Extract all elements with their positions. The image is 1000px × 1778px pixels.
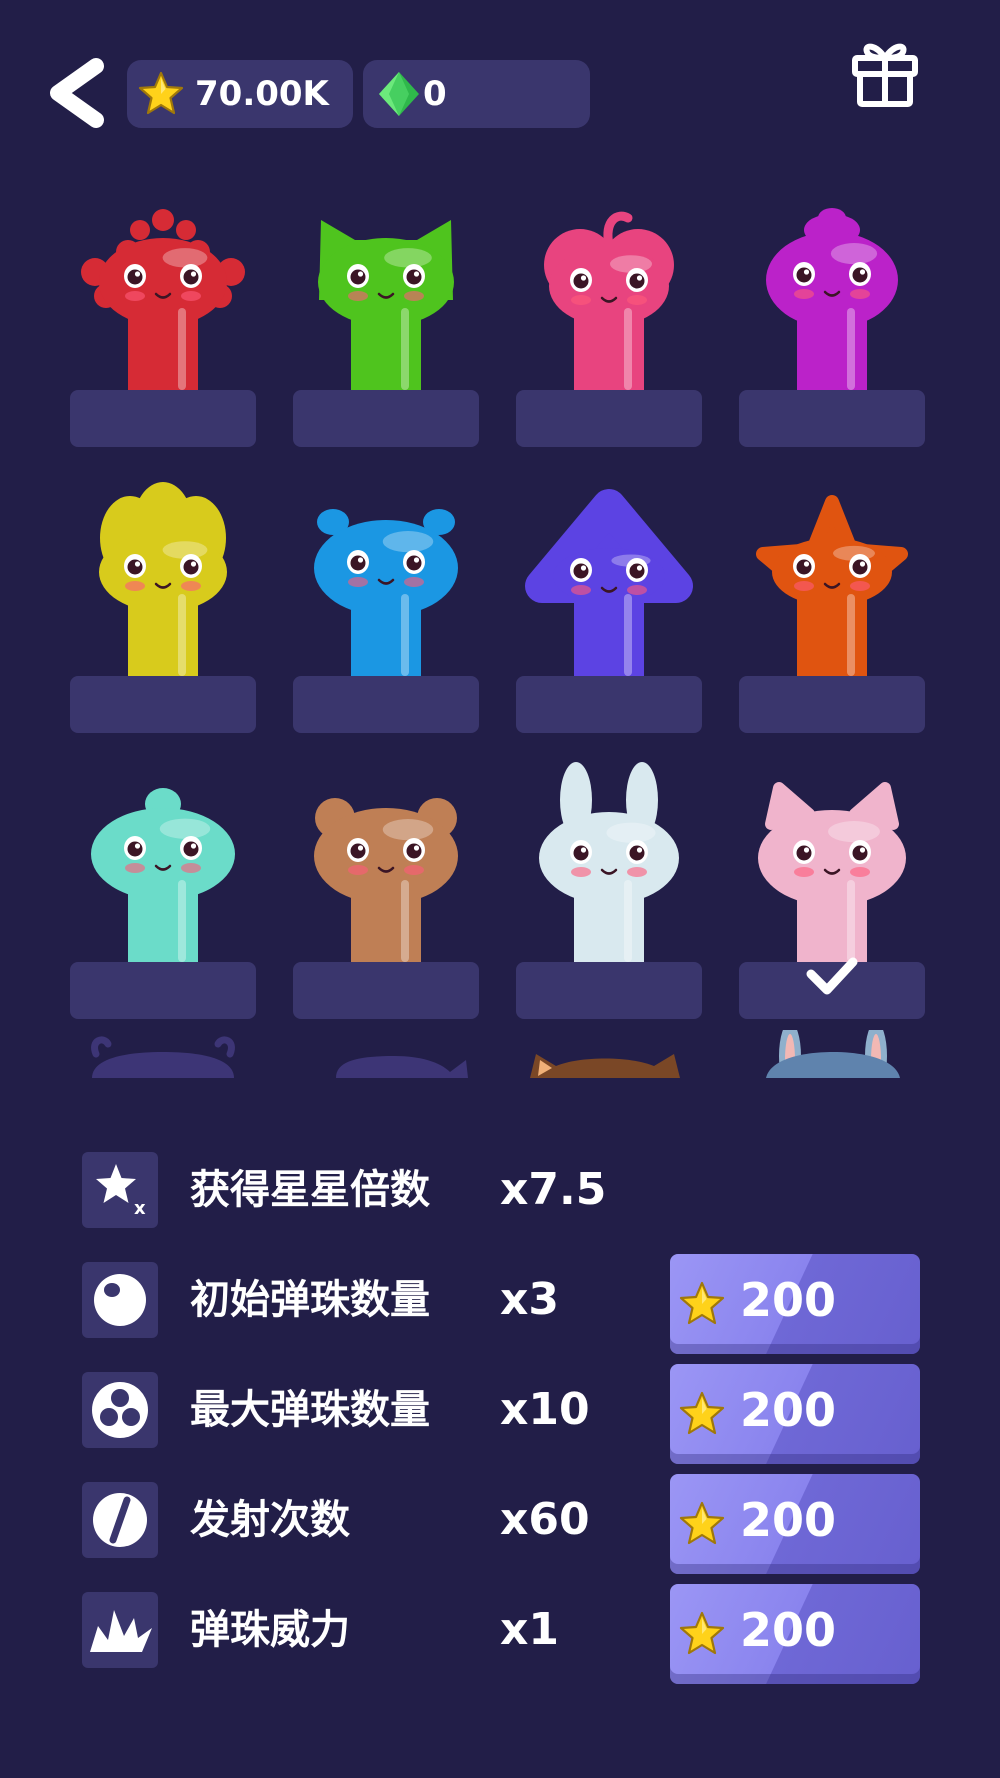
upgrade-button[interactable]: 200 bbox=[670, 1254, 920, 1354]
character-row-peek bbox=[0, 1022, 1000, 1078]
stat-value: x7.5 bbox=[500, 1164, 607, 1215]
character-pedestal bbox=[516, 676, 702, 733]
character-red-spiky bbox=[81, 209, 245, 390]
character-card-teal-blob[interactable] bbox=[70, 762, 256, 1019]
character-pedestal bbox=[739, 390, 925, 447]
gems-balance: 0 bbox=[363, 60, 590, 128]
upgrade-button[interactable]: 200 bbox=[670, 1584, 920, 1684]
stars-value: 70.00K bbox=[195, 74, 329, 114]
star-icon bbox=[678, 1500, 726, 1548]
svg-text:x: x bbox=[134, 1198, 146, 1219]
gift-icon bbox=[852, 43, 918, 107]
stat-row: 初始弹珠数量 x3 200 bbox=[82, 1254, 942, 1354]
character-pink-heart bbox=[544, 211, 674, 390]
chevron-left-icon bbox=[50, 58, 104, 128]
character-pedestal bbox=[739, 676, 925, 733]
stat-label: 发射次数 bbox=[190, 1497, 350, 1543]
character-pink-pig bbox=[758, 782, 906, 962]
character-pedestal bbox=[293, 390, 479, 447]
character-card-orange-star[interactable] bbox=[739, 476, 925, 733]
stat-label: 初始弹珠数量 bbox=[190, 1277, 430, 1323]
gem-icon bbox=[379, 72, 419, 116]
stars-balance: 70.00K bbox=[127, 60, 353, 128]
power-burst-icon bbox=[82, 1592, 158, 1668]
character-card-blue-antenna[interactable] bbox=[293, 476, 479, 733]
character-green-cat bbox=[318, 220, 454, 390]
character-card-purple-drop[interactable] bbox=[739, 190, 925, 447]
character-pedestal bbox=[293, 962, 479, 1019]
star-icon bbox=[678, 1610, 726, 1658]
character-card-red-spiky[interactable] bbox=[70, 190, 256, 447]
upgrade-cost: 200 bbox=[740, 1603, 837, 1657]
character-yellow-tulip bbox=[99, 482, 227, 676]
stat-row: 最大弹珠数量 x10 200 bbox=[82, 1364, 942, 1464]
character-card-green-cat[interactable] bbox=[293, 190, 479, 447]
character-pedestal bbox=[70, 390, 256, 447]
character-pedestal bbox=[70, 962, 256, 1019]
character-card-brown-bear[interactable] bbox=[293, 762, 479, 1019]
upgrade-cost: 200 bbox=[740, 1383, 837, 1437]
star-multiplier-icon: x bbox=[82, 1152, 158, 1228]
stat-value: x10 bbox=[500, 1384, 590, 1435]
stat-value: x60 bbox=[500, 1494, 590, 1545]
character-pedestal bbox=[293, 676, 479, 733]
character-pedestal bbox=[516, 962, 702, 1019]
character-violet-cone bbox=[525, 489, 693, 676]
star-icon bbox=[678, 1280, 726, 1328]
star-icon bbox=[678, 1390, 726, 1438]
character-card-pink-heart[interactable] bbox=[516, 190, 702, 447]
character-pedestal bbox=[516, 390, 702, 447]
upgrade-cost: 200 bbox=[740, 1493, 837, 1547]
stat-row: 发射次数 x60 200 bbox=[82, 1474, 942, 1574]
character-purple-drop bbox=[766, 208, 898, 390]
character-grid bbox=[0, 170, 1000, 1078]
back-button[interactable] bbox=[44, 56, 114, 130]
character-card-violet-cone[interactable] bbox=[516, 476, 702, 733]
stat-value: x1 bbox=[500, 1604, 559, 1655]
upgrade-cost: 200 bbox=[740, 1273, 837, 1327]
character-orange-star bbox=[756, 495, 908, 676]
three-balls-icon bbox=[82, 1372, 158, 1448]
stat-label: 弹珠威力 bbox=[190, 1607, 350, 1653]
character-card-yellow-tulip[interactable] bbox=[70, 476, 256, 733]
launch-count-icon bbox=[82, 1482, 158, 1558]
stat-row: 弹珠威力 x1 200 bbox=[82, 1584, 942, 1684]
character-teal-blob bbox=[91, 788, 235, 962]
character-card-pink-pig[interactable] bbox=[739, 762, 925, 1019]
stat-label: 最大弹珠数量 bbox=[190, 1387, 430, 1433]
character-white-bunny bbox=[539, 762, 679, 962]
character-pedestal bbox=[70, 676, 256, 733]
gems-value: 0 bbox=[423, 74, 447, 114]
star-icon bbox=[137, 70, 185, 118]
character-card-white-bunny[interactable] bbox=[516, 762, 702, 1019]
ball-icon bbox=[82, 1262, 158, 1338]
checkmark-icon bbox=[806, 957, 858, 995]
character-brown-bear bbox=[314, 798, 458, 962]
gift-button[interactable] bbox=[850, 36, 920, 110]
stat-row: x 获得星星倍数 x7.5 bbox=[82, 1152, 942, 1228]
stat-value: x3 bbox=[500, 1274, 559, 1325]
upgrade-button[interactable]: 200 bbox=[670, 1474, 920, 1574]
upgrade-button[interactable]: 200 bbox=[670, 1364, 920, 1464]
stat-label: 获得星星倍数 bbox=[190, 1167, 430, 1213]
character-blue-antenna bbox=[314, 509, 458, 676]
